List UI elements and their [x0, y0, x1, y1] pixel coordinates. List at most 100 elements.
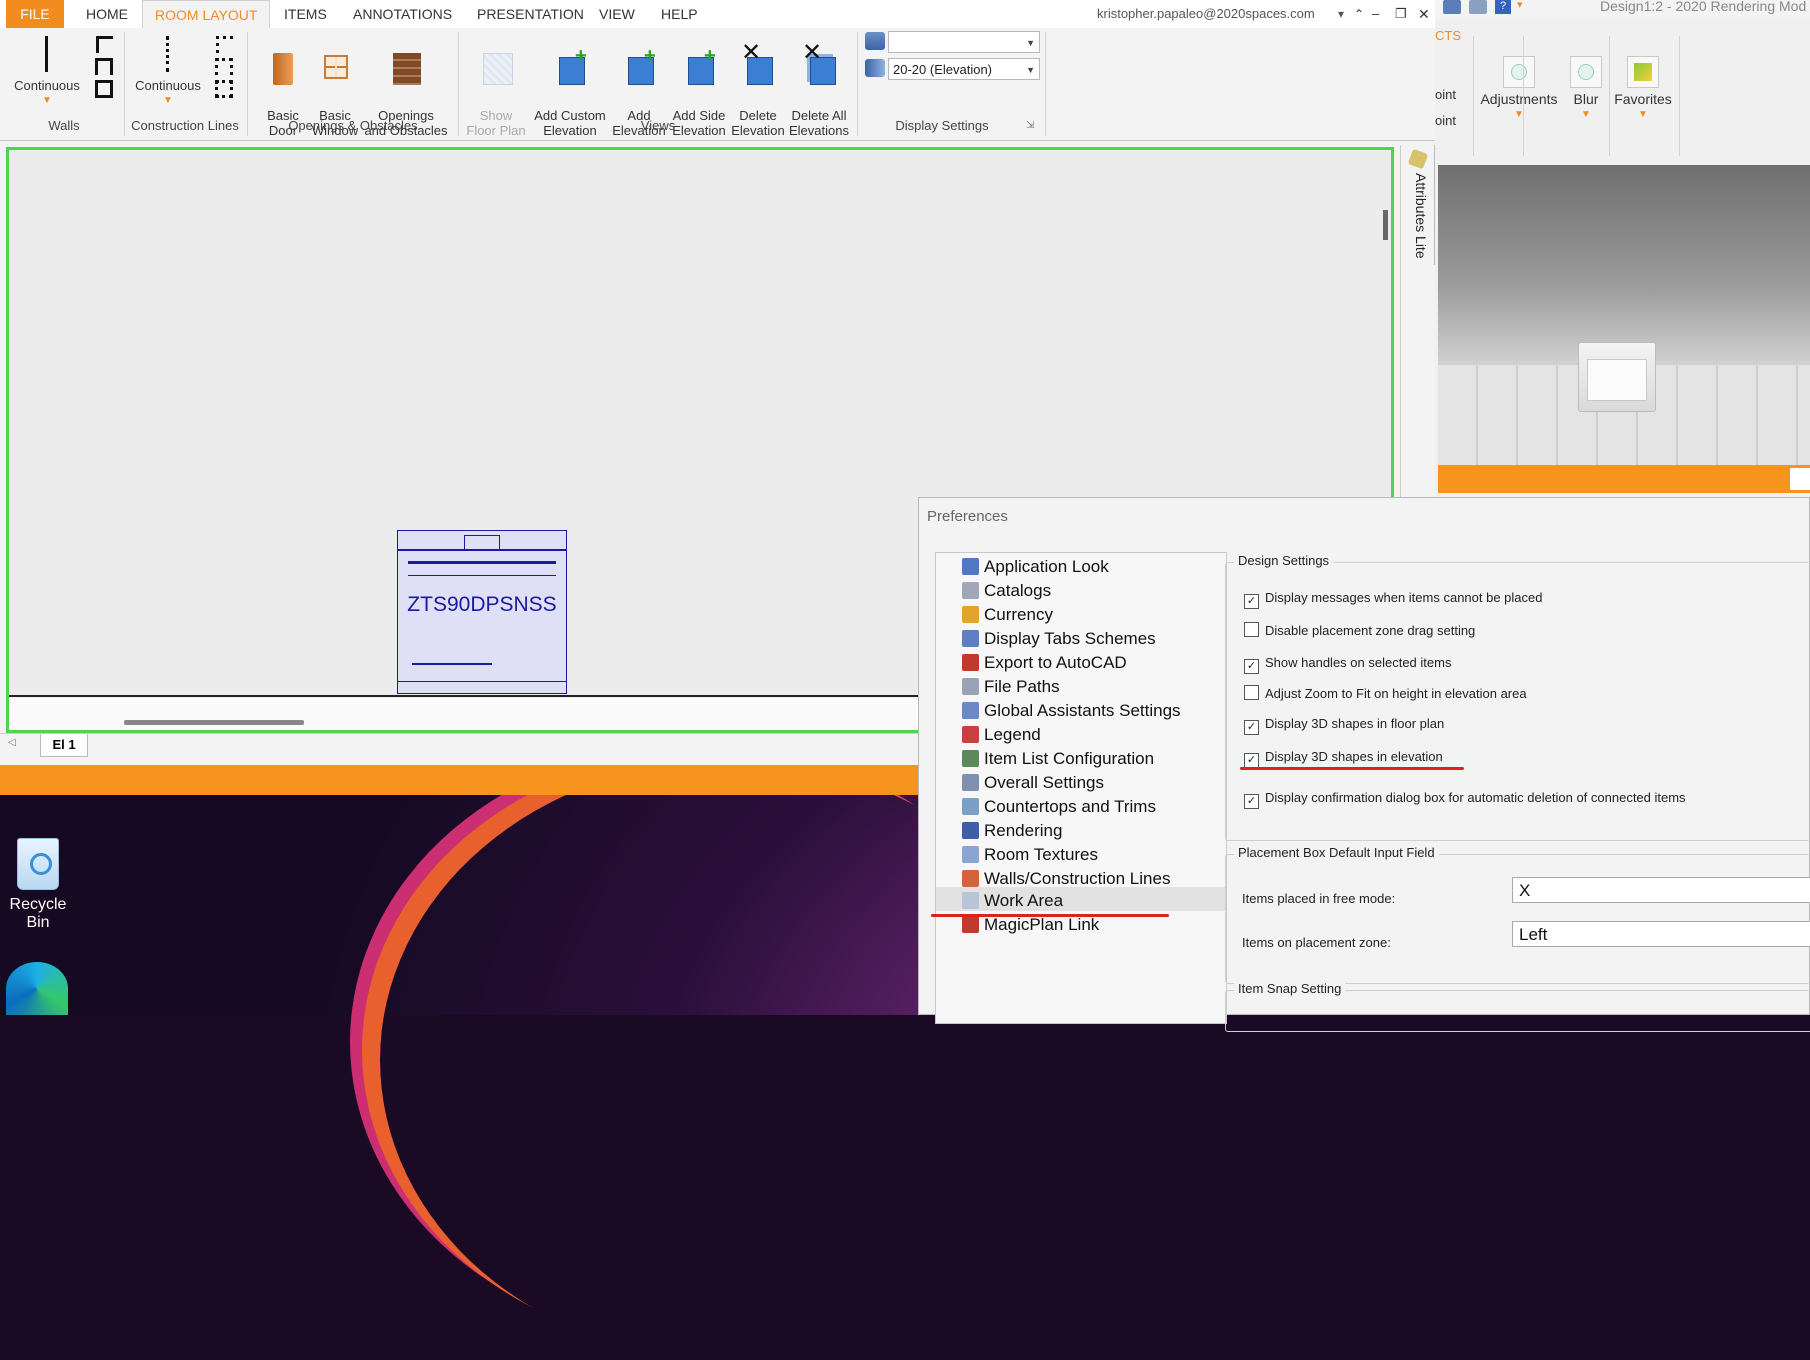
tab-presentation[interactable]: PRESENTATION	[465, 0, 596, 28]
tab-file[interactable]: FILE	[6, 0, 64, 28]
option-3d-elevation[interactable]: ✓ Display 3D shapes in elevation	[1244, 749, 1443, 768]
adjustments-button[interactable]: Adjustments ▼	[1477, 56, 1561, 122]
blur-button[interactable]: Blur ▼	[1563, 56, 1609, 122]
horizontal-scrollbar-thumb[interactable]	[124, 720, 304, 725]
ribbon-tab-bar: FILE HOME ROOM LAYOUT ITEMS ANNOTATIONS …	[0, 0, 1435, 29]
recycle-bin-shortcut[interactable]: Recycle Bin	[0, 838, 76, 932]
checkbox[interactable]: ✓	[1244, 753, 1259, 768]
tab-annotations[interactable]: ANNOTATIONS	[341, 0, 464, 28]
walls-continuous-button[interactable]: Continuous ▼	[8, 34, 86, 108]
option-disable-zone-drag[interactable]: Disable placement zone drag setting	[1244, 622, 1475, 638]
category-item[interactable]: Room Textures	[962, 843, 1098, 867]
dotted-u-icon	[215, 58, 233, 75]
checkbox[interactable]: ✓	[1244, 594, 1259, 609]
category-item[interactable]: Display Tabs Schemes	[962, 627, 1156, 651]
category-item[interactable]: Walls/Construction Lines	[962, 867, 1170, 891]
views-group-label: Views	[640, 118, 676, 133]
category-item[interactable]: Legend	[962, 723, 1041, 747]
category-item[interactable]: Currency	[962, 603, 1053, 627]
favorites-dropdown-icon[interactable]: ▼	[1611, 107, 1675, 122]
blur-label: Blur	[1573, 91, 1599, 107]
group-divider	[857, 32, 858, 136]
category-label: Overall Settings	[984, 773, 1104, 792]
checkbox[interactable]: ✓	[1244, 794, 1259, 809]
dialog-launcher-icon[interactable]: ⇲	[1026, 120, 1034, 131]
construction-continuous-button[interactable]: Continuous ▼	[128, 34, 208, 108]
group-divider	[1679, 36, 1680, 156]
walls-dropdown-icon[interactable]: ▼	[8, 93, 86, 108]
category-label: Walls/Construction Lines	[984, 869, 1171, 888]
catalogs-icon	[962, 582, 979, 599]
construction-dropdown-icon[interactable]: ▼	[128, 93, 208, 108]
vertical-scrollbar-thumb[interactable]	[1383, 210, 1388, 240]
option-display-messages[interactable]: ✓ Display messages when items cannot be p…	[1244, 590, 1542, 609]
option-show-handles[interactable]: ✓ Show handles on selected items	[1244, 655, 1451, 674]
display-settings-group-label: Display Settings	[895, 118, 989, 133]
application-look-icon	[962, 558, 979, 575]
dotted-room-icon	[215, 80, 233, 98]
help-icon[interactable]: ?	[1495, 0, 1511, 14]
dashed-line-icon	[151, 34, 185, 74]
category-item[interactable]: File Paths	[962, 675, 1060, 699]
display-tabs-icon	[962, 630, 979, 647]
checkbox[interactable]	[1244, 622, 1259, 637]
display-scheme-dropdown[interactable]: ▼	[888, 31, 1040, 53]
category-item[interactable]: Countertops and Trims	[962, 795, 1156, 819]
scroll-left-icon[interactable]: ◁	[8, 737, 16, 748]
blur-icon	[1570, 56, 1602, 88]
tab-room-layout[interactable]: ROOM LAYOUT	[142, 0, 271, 29]
chevron-down-icon: ▼	[1026, 65, 1035, 75]
tab-items[interactable]: ITEMS	[272, 0, 339, 28]
drawing-line	[412, 663, 492, 665]
edge-browser-icon[interactable]	[6, 962, 68, 1015]
blur-dropdown-icon[interactable]: ▼	[1563, 107, 1609, 122]
category-item[interactable]: Catalogs	[962, 579, 1051, 603]
quick-access-dropdown-icon[interactable]: ▾	[1517, 0, 1523, 11]
option-confirm-deletion[interactable]: ✓ Display confirmation dialog box for aut…	[1244, 790, 1686, 809]
tab-help[interactable]: HELP	[649, 0, 710, 28]
tab-el-1[interactable]: El 1	[40, 734, 88, 757]
camera-icon[interactable]	[1469, 0, 1487, 14]
group-divider	[1473, 36, 1474, 156]
door-icon	[266, 49, 300, 89]
wall-shapes-buttons[interactable]	[90, 36, 118, 98]
currency-icon	[962, 606, 979, 623]
file-paths-icon	[962, 678, 979, 695]
category-item[interactable]: Export to AutoCAD	[962, 651, 1127, 675]
option-label: Display messages when items cannot be pl…	[1265, 590, 1543, 605]
category-item-selected[interactable]: Work Area	[962, 889, 1063, 913]
render-option-point-2[interactable]: oint	[1435, 113, 1456, 128]
category-item[interactable]: Item List Configuration	[962, 747, 1154, 771]
red-annotation-underline	[931, 914, 1169, 917]
category-item[interactable]: Application Look	[962, 555, 1109, 579]
tab-view[interactable]: VIEW	[587, 0, 647, 28]
render-option-point-1[interactable]: oint	[1435, 87, 1456, 102]
render-ribbon-tab[interactable]: CTS	[1435, 28, 1461, 43]
free-mode-input[interactable]: X	[1512, 877, 1810, 903]
option-adjust-zoom[interactable]: Adjust Zoom to Fit on height in elevatio…	[1244, 685, 1527, 701]
checkbox[interactable]: ✓	[1244, 720, 1259, 735]
chevron-down-icon: ▼	[1026, 38, 1035, 48]
category-label: Display Tabs Schemes	[984, 629, 1156, 648]
construction-shapes-buttons[interactable]	[210, 36, 238, 98]
rendered-oven[interactable]	[1578, 342, 1656, 412]
checkbox[interactable]	[1244, 685, 1259, 700]
render-status-field[interactable]	[1790, 468, 1810, 490]
ribbon: Continuous ▼ Walls Continuous ▼ Construc…	[0, 28, 1435, 141]
wall-line-icon	[30, 34, 64, 74]
category-label: Rendering	[984, 821, 1063, 840]
adjustments-dropdown-icon[interactable]: ▼	[1477, 107, 1561, 122]
appliance-drawing[interactable]: ZTS90DPSNSS	[397, 530, 567, 694]
favorites-button[interactable]: Favorites ▼	[1611, 56, 1675, 122]
tab-home[interactable]: HOME	[74, 0, 140, 28]
render-style-dropdown[interactable]: 20-20 (Elevation) ▼	[888, 58, 1040, 80]
checkbox[interactable]: ✓	[1244, 659, 1259, 674]
free-mode-label: Items placed in free mode:	[1242, 891, 1396, 906]
placement-zone-input[interactable]: Left	[1512, 921, 1810, 947]
account-email[interactable]: kristopher.papaleo@2020spaces.com	[1085, 0, 1327, 28]
option-3d-floor-plan[interactable]: ✓ Display 3D shapes in floor plan	[1244, 716, 1444, 735]
category-item[interactable]: Rendering	[962, 819, 1062, 843]
category-item[interactable]: Overall Settings	[962, 771, 1104, 795]
category-item[interactable]: Global Assistants Settings	[962, 699, 1181, 723]
delete-all-elevations-icon: ✕	[802, 41, 836, 89]
